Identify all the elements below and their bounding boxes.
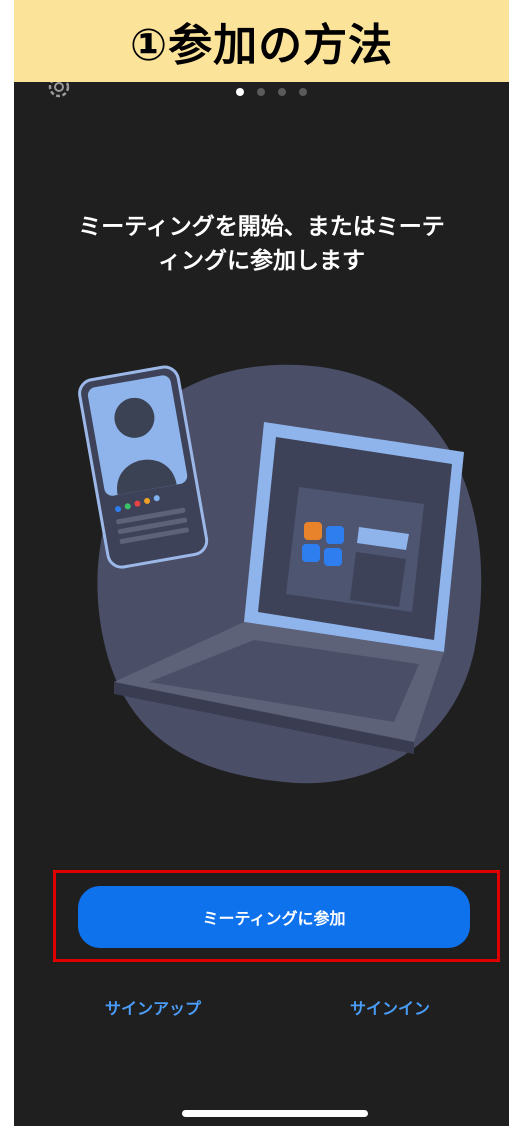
banner-title: ①参加の方法 [129, 20, 394, 71]
page-dot [278, 88, 286, 96]
home-indicator [182, 1110, 368, 1117]
headline-line-1: ミーティングを開始、またはミーテ [78, 214, 445, 240]
page-dot [299, 88, 307, 96]
onboarding-illustration [78, 364, 482, 784]
join-meeting-button[interactable]: ミーティングに参加 [78, 886, 470, 948]
page-dot-active [236, 88, 244, 96]
gear-icon[interactable] [44, 82, 74, 102]
sign-in-link[interactable]: サインイン [350, 995, 430, 1019]
sign-up-link[interactable]: サインアップ [105, 995, 201, 1019]
instruction-banner: ①参加の方法 [14, 0, 509, 82]
onboarding-headline: ミーティングを開始、またはミーテ ィングに参加します [44, 210, 479, 278]
page-indicator [236, 88, 307, 96]
page-dot [257, 88, 265, 96]
app-screen: ミーティングを開始、またはミーテ ィングに参加します ミーティングに参加 サイン… [14, 82, 509, 1126]
headline-line-2: ィングに参加します [158, 248, 365, 274]
